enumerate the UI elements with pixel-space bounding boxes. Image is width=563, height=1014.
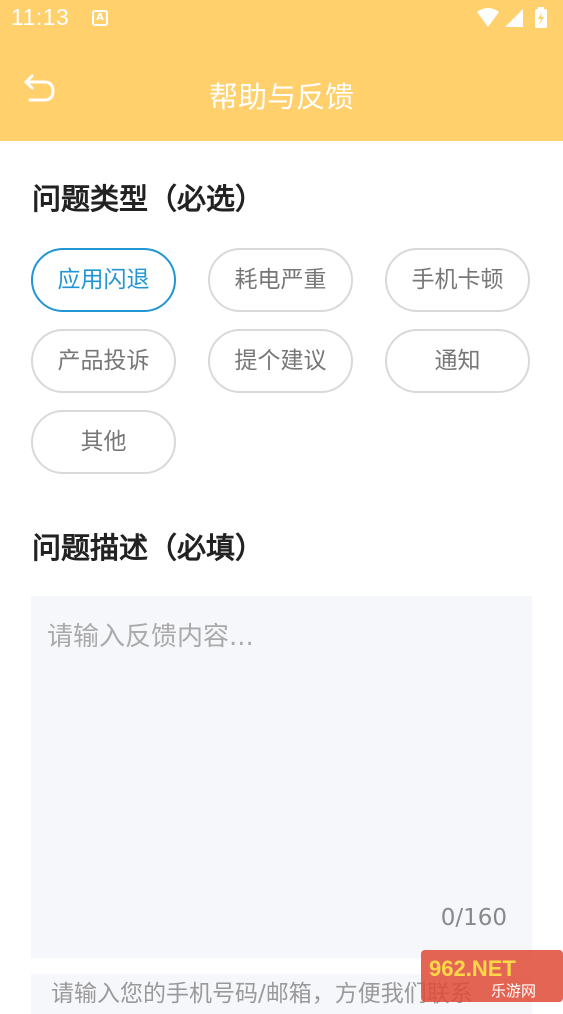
header-bar: 11:13 A 帮助与反馈	[0, 0, 563, 141]
problem-type-title: 问题类型（必选）	[32, 182, 265, 216]
chip-app-crash[interactable]: 应用闪退	[31, 248, 176, 312]
watermark-brand: 962.NET	[429, 956, 516, 981]
watermark-sub: 乐游网	[491, 982, 536, 1000]
watermark-logo: 962.NET 乐游网	[421, 950, 563, 1002]
feedback-textarea[interactable]	[31, 596, 532, 958]
chip-notification[interactable]: 通知	[385, 329, 530, 393]
app-notification-icon: A	[92, 10, 108, 26]
chip-battery-drain[interactable]: 耗电严重	[208, 248, 353, 312]
wifi-icon	[477, 8, 499, 27]
description-title: 问题描述（必填）	[32, 531, 265, 565]
char-counter: 0/160	[440, 905, 507, 931]
battery-icon	[535, 7, 547, 28]
status-icons	[477, 7, 547, 28]
page-title: 帮助与反馈	[208, 80, 354, 114]
signal-icon	[505, 9, 523, 27]
chip-other[interactable]: 其他	[31, 410, 176, 474]
chip-suggestion[interactable]: 提个建议	[208, 329, 353, 393]
status-time: 11:13	[11, 4, 70, 30]
chip-product-complaint[interactable]: 产品投诉	[31, 329, 176, 393]
chip-phone-lag[interactable]: 手机卡顿	[385, 248, 530, 312]
